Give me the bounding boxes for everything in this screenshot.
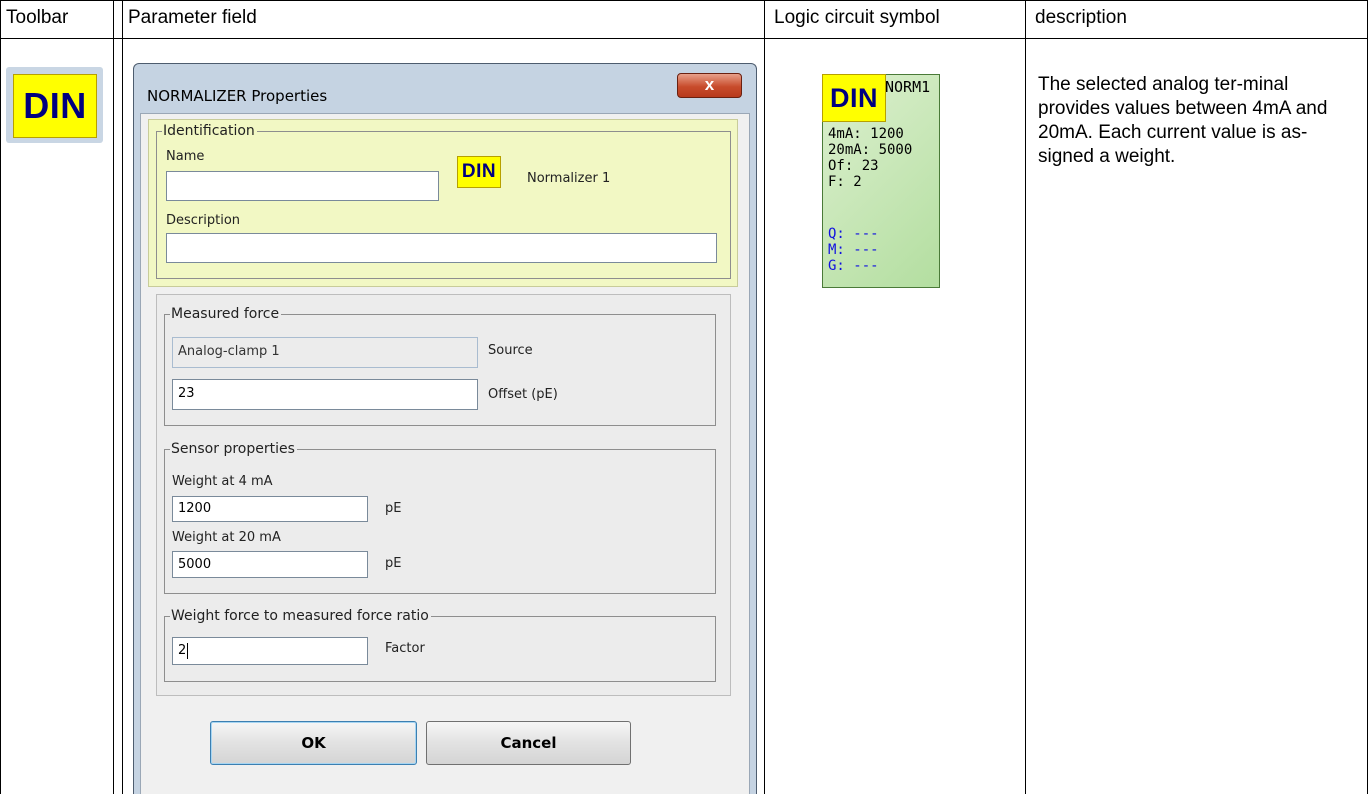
table-divider-2 xyxy=(764,0,765,794)
symbol-din-icon: DIN xyxy=(822,74,886,122)
weight-4ma-input[interactable]: 1200 xyxy=(172,496,368,522)
measured-force-legend: Measured force xyxy=(170,306,282,322)
weight-20ma-input[interactable]: 5000 xyxy=(172,551,368,578)
ok-button[interactable]: OK xyxy=(210,721,417,765)
table-border-top xyxy=(0,0,1368,1)
close-button[interactable]: x xyxy=(677,73,742,98)
header-toolbar: Toolbar xyxy=(6,7,69,28)
weight-4ma-label: Weight at 4 mA xyxy=(172,474,273,489)
cancel-button[interactable]: Cancel xyxy=(426,721,631,765)
symbol-output-q: Q: --- xyxy=(828,226,879,242)
header-logic-circuit-symbol: Logic circuit symbol xyxy=(774,7,940,28)
table-divider-1 xyxy=(113,0,114,794)
symbol-output-g: G: --- xyxy=(828,258,879,274)
source-field: Analog-clamp 1 xyxy=(172,337,478,368)
factor-input[interactable]: 2 xyxy=(172,637,368,665)
table-divider-3 xyxy=(1025,0,1026,794)
offset-input[interactable]: 23 xyxy=(172,379,478,410)
table-border-left xyxy=(0,0,1,794)
element-name-text: Normalizer 1 xyxy=(527,171,611,186)
weight-4ma-unit: pE xyxy=(385,501,402,516)
identification-legend: Identification xyxy=(162,123,257,139)
symbol-title: NORM1 xyxy=(885,78,931,96)
symbol-param-factor: F: 2 xyxy=(828,174,862,190)
dialog-title: NORMALIZER Properties xyxy=(147,87,328,105)
factor-value: 2 xyxy=(178,643,187,658)
header-description: description xyxy=(1035,7,1127,28)
factor-label: Factor xyxy=(385,641,425,656)
table-header-separator xyxy=(0,38,1368,39)
symbol-output-m: M: --- xyxy=(828,242,879,258)
name-label: Name xyxy=(166,149,205,164)
symbol-param-4ma: 4mA: 1200 xyxy=(828,126,904,142)
close-icon: x xyxy=(704,75,715,94)
table-divider-1b xyxy=(122,0,123,794)
symbol-param-offset: Of: 23 xyxy=(828,158,879,174)
offset-label: Offset (pE) xyxy=(488,387,558,402)
sensor-properties-legend: Sensor properties xyxy=(170,441,297,457)
source-label: Source xyxy=(488,343,533,358)
normalizer-din-icon: DIN xyxy=(457,156,501,188)
weight-20ma-label: Weight at 20 mA xyxy=(172,530,281,545)
symbol-param-20ma: 20mA: 5000 xyxy=(828,142,913,158)
name-input[interactable] xyxy=(166,171,439,201)
description-input[interactable] xyxy=(166,233,717,263)
ratio-legend: Weight force to measured force ratio xyxy=(170,608,431,624)
description-label: Description xyxy=(166,213,241,228)
din-icon: DIN xyxy=(13,74,97,138)
weight-20ma-unit: pE xyxy=(385,556,402,571)
toolbar-din-button[interactable]: DIN xyxy=(6,67,103,143)
header-parameter-field: Parameter field xyxy=(128,7,257,28)
text-caret xyxy=(187,642,189,659)
description-text: The selected analog ter-minal provides v… xyxy=(1038,74,1328,167)
